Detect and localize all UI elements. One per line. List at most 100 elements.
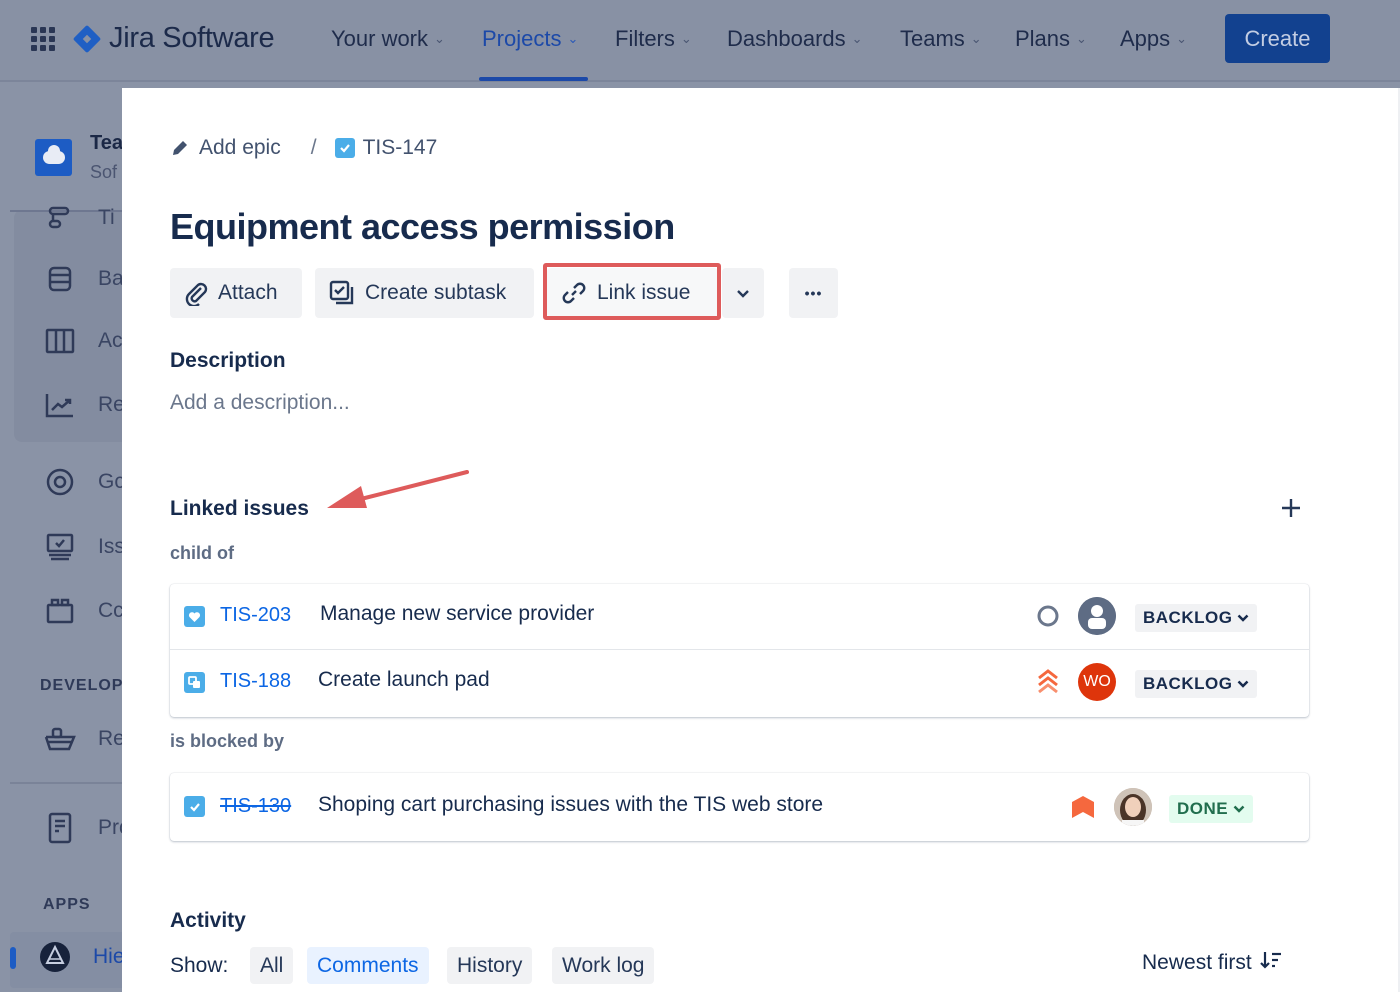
jira-logo[interactable]: Jira Software [72, 22, 275, 55]
linked-issues-group-is-blocked-by: TIS-130 Shoping cart purchasing issues w… [170, 773, 1309, 841]
sidebar-item-label: Re [98, 393, 125, 416]
sidebar-item-components[interactable]: Cc [44, 595, 124, 627]
add-linked-issue-button[interactable] [1278, 495, 1304, 521]
reports-icon [44, 389, 76, 421]
create-subtask-label: Create subtask [365, 281, 507, 304]
activity-filter-work-log[interactable]: Work log [552, 947, 655, 984]
nav-dashboards[interactable]: Dashboards ⌄ [727, 24, 863, 54]
attach-button[interactable]: Attach [170, 268, 302, 318]
linked-issues-heading: Linked issues [170, 497, 309, 520]
plus-icon [1282, 499, 1300, 517]
linked-issue-row[interactable]: TIS-203 Manage new service provider BACK… [170, 584, 1309, 648]
activity-filter-comments[interactable]: Comments [307, 947, 429, 984]
product-name: Jira Software [109, 22, 275, 54]
status-dropdown[interactable]: DONE [1169, 795, 1254, 823]
add-epic-link[interactable]: Add epic [199, 136, 281, 160]
attach-label: Attach [218, 281, 278, 304]
sidebar-item-backlog[interactable]: Ba [44, 263, 124, 295]
nav-label: Dashboards [727, 26, 846, 51]
subtask-issue-type-icon [184, 672, 205, 693]
nav-label: Apps [1120, 26, 1171, 51]
issue-summary[interactable]: Create launch pad [318, 668, 490, 692]
issue-detail-panel: Add epic / TIS-147 Equipment access perm… [122, 88, 1400, 992]
nav-label: Your work [331, 26, 429, 51]
nav-label: Projects [482, 26, 562, 51]
issue-summary[interactable]: Shoping cart purchasing issues with the … [318, 793, 823, 817]
task-issue-type-icon [184, 796, 205, 817]
status-dropdown[interactable]: BACKLOG [1135, 670, 1258, 698]
sidebar-item-pages[interactable]: Pro [44, 812, 131, 844]
heart-issue-type-icon [184, 606, 205, 627]
sidebar-item-reports[interactable]: Re [44, 389, 125, 421]
linked-issues-group-child-of: TIS-203 Manage new service provider BACK… [170, 584, 1309, 717]
nav-projects[interactable]: Projects ⌄ [482, 24, 578, 54]
issue-key-link[interactable]: TIS-130 [220, 795, 291, 818]
activity-filter-history[interactable]: History [447, 947, 533, 984]
more-icon: ••• [804, 285, 823, 301]
relation-label-is-blocked-by: is blocked by [170, 731, 285, 751]
create-button[interactable]: Create [1225, 14, 1330, 63]
priority-highest-icon [1034, 668, 1062, 696]
assignee-photo-avatar[interactable] [1114, 788, 1152, 826]
sidebar-item-timeline[interactable]: Ti [44, 202, 115, 234]
divider [10, 782, 122, 784]
unassigned-avatar[interactable] [1078, 597, 1116, 635]
more-options-button[interactable]: ••• [789, 268, 838, 318]
nav-label: Filters [615, 26, 675, 51]
issue-title[interactable]: Equipment access permission [170, 206, 675, 248]
description-heading: Description [170, 349, 286, 372]
nav-apps[interactable]: Apps ⌄ [1120, 24, 1187, 54]
sidebar-item-issues[interactable]: Iss [44, 531, 125, 563]
linked-issue-row[interactable]: TIS-188 Create launch pad WO BACKLOG [170, 649, 1309, 717]
chevron-down-icon: ⌄ [434, 31, 445, 46]
sidebar-item-label: Hie [93, 945, 125, 968]
assignee-avatar[interactable]: WO [1078, 663, 1116, 701]
issue-key-link[interactable]: TIS-203 [220, 604, 291, 627]
sidebar-item-hierarchy-app[interactable]: Hie [39, 941, 125, 973]
project-sidebar: Tea Sof Ti Ba Ac Re Gc Iss Cc DEVELOP Re… [0, 84, 134, 992]
more-actions-dropdown[interactable] [722, 268, 764, 318]
project-avatar[interactable] [35, 139, 72, 176]
issue-summary[interactable]: Manage new service provider [320, 602, 594, 626]
chevron-down-icon [736, 281, 750, 305]
sidebar-item-goals[interactable]: Gc [44, 466, 125, 498]
description-field[interactable]: Add a description... [170, 391, 350, 415]
chevron-down-icon [1237, 677, 1249, 691]
relation-label-child-of: child of [170, 543, 234, 563]
issue-key-link[interactable]: TIS-147 [363, 136, 438, 160]
breadcrumb: Add epic / TIS-147 [171, 136, 437, 160]
status-label: BACKLOG [1143, 608, 1233, 627]
chevron-down-icon: ⌄ [851, 31, 863, 46]
activity-filter-all[interactable]: All [250, 947, 294, 984]
nav-plans[interactable]: Plans ⌄ [1015, 24, 1087, 54]
nav-teams[interactable]: Teams ⌄ [900, 24, 982, 54]
active-nav-indicator [479, 77, 588, 81]
activity-heading: Activity [170, 909, 246, 932]
annotation-arrow [327, 470, 469, 508]
status-label: BACKLOG [1143, 674, 1233, 693]
link-issue-button[interactable]: Link issue [547, 268, 718, 318]
sort-order-button[interactable]: Newest first [1142, 950, 1282, 975]
paperclip-icon [184, 280, 208, 306]
link-icon [561, 280, 587, 306]
top-navigation: Jira Software Your work ⌄ Projects ⌄ Filte… [0, 0, 1400, 82]
board-icon [44, 325, 76, 357]
chevron-down-icon [1233, 802, 1245, 816]
cloud-icon [42, 145, 65, 164]
pages-icon [44, 812, 76, 844]
sort-label: Newest first [1142, 950, 1252, 974]
linked-issue-row[interactable]: TIS-130 Shoping cart purchasing issues w… [170, 773, 1309, 841]
nav-your-work[interactable]: Your work ⌄ [331, 24, 445, 54]
nav-filters[interactable]: Filters ⌄ [615, 24, 692, 54]
issue-key-link[interactable]: TIS-188 [220, 670, 291, 693]
sidebar-item-label: Re [98, 727, 125, 750]
sidebar-item-label: Ti [98, 206, 115, 229]
sidebar-item-board[interactable]: Ac [44, 325, 123, 357]
section-develop: DEVELOP [40, 677, 124, 694]
app-switcher-icon[interactable] [31, 27, 56, 51]
releases-icon [44, 723, 76, 755]
sidebar-item-releases[interactable]: Re [44, 723, 125, 755]
status-dropdown[interactable]: BACKLOG [1135, 604, 1258, 632]
create-subtask-button[interactable]: Create subtask [315, 268, 534, 318]
project-name[interactable]: Tea [90, 132, 123, 155]
